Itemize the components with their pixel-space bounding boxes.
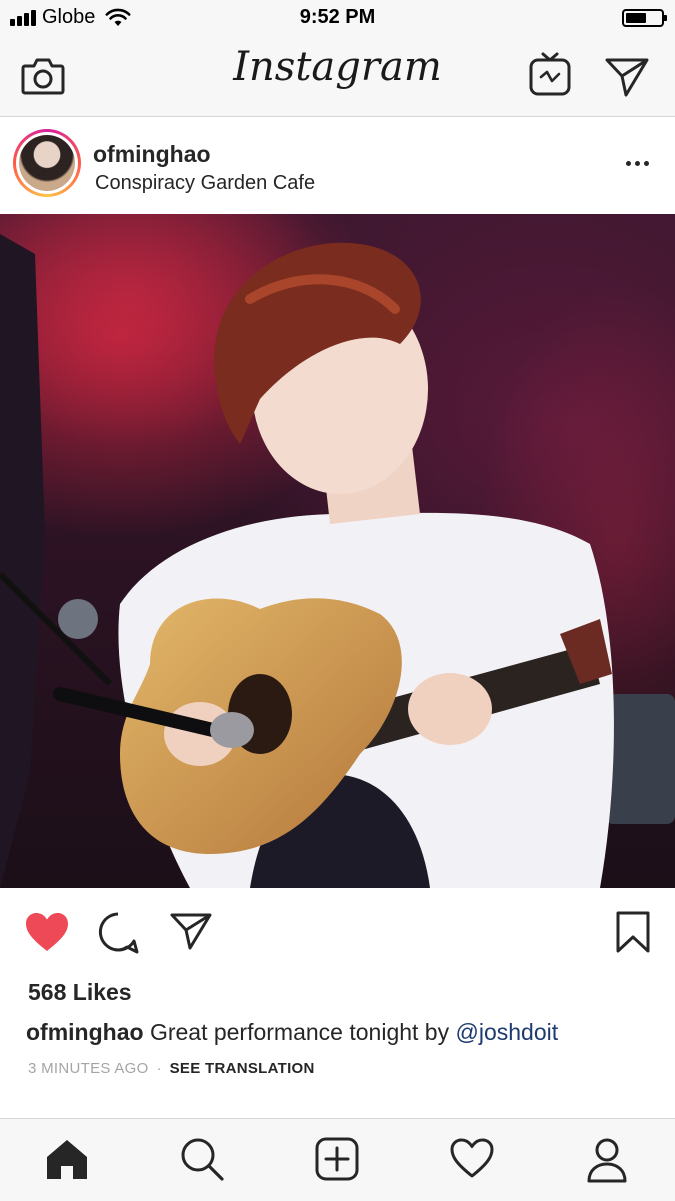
comment-icon[interactable] (97, 911, 141, 955)
post-username[interactable]: ofminghao (93, 141, 211, 168)
see-translation-link[interactable]: SEE TRANSLATION (170, 1060, 315, 1077)
post-photo-illustration (0, 214, 675, 888)
post-location[interactable]: Conspiracy Garden Cafe (95, 172, 315, 195)
post-caption: ofminghao Great performance tonight by @… (26, 1019, 558, 1046)
likes-count[interactable]: 568 Likes (28, 979, 132, 1006)
caption-text: Great performance tonight by (149, 1019, 450, 1045)
meta-separator: · (156, 1060, 162, 1077)
like-icon[interactable] (24, 911, 70, 953)
post-timestamp: 3 MINUTES AGO (28, 1060, 149, 1077)
post-header: ofminghao Conspiracy Garden Cafe (0, 117, 675, 214)
home-icon[interactable] (45, 1137, 89, 1181)
search-icon[interactable] (180, 1137, 224, 1181)
profile-icon[interactable] (586, 1137, 628, 1183)
avatar[interactable] (13, 129, 81, 197)
new-post-icon[interactable] (315, 1137, 359, 1181)
status-bar: Globe 9:52 PM (0, 0, 675, 36)
tab-bar (0, 1118, 675, 1201)
clock: 9:52 PM (299, 6, 376, 28)
direct-message-icon[interactable] (604, 56, 650, 98)
caption-username[interactable]: ofminghao (26, 1019, 144, 1045)
caption-mention[interactable]: @joshdoit (456, 1019, 559, 1045)
more-options-icon[interactable] (626, 161, 649, 166)
post-meta: 3 MINUTES AGO · SEE TRANSLATION (28, 1060, 315, 1077)
igtv-icon[interactable] (528, 50, 572, 98)
post-photo[interactable] (0, 214, 675, 888)
instagram-logo: Instagram (233, 44, 442, 90)
bookmark-icon[interactable] (614, 910, 652, 954)
activity-icon[interactable] (449, 1137, 495, 1179)
share-icon[interactable] (169, 911, 213, 951)
battery-icon (622, 9, 667, 27)
app-header: Instagram (0, 36, 675, 117)
